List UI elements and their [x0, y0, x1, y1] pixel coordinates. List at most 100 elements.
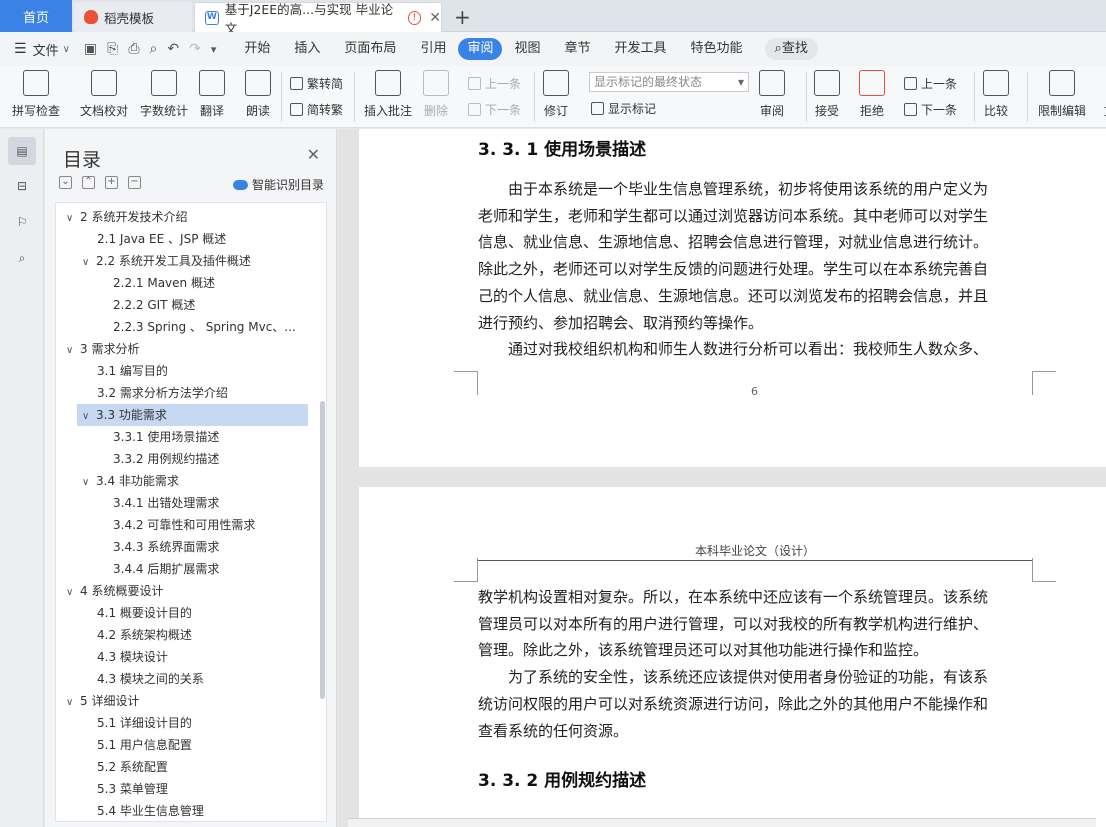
compare-icon	[983, 70, 1009, 96]
find-button[interactable]: ⌕	[8, 244, 36, 272]
close-tab-icon[interactable]: ✕	[429, 10, 441, 26]
toc-item[interactable]: 3.4.1 出错处理需求	[113, 492, 219, 514]
section-heading: 3. 3. 2 用例规约描述	[478, 771, 647, 791]
toc-item[interactable]: ∨ 2.2 系统开发工具及插件概述	[82, 250, 251, 272]
tab-review[interactable]: 审阅	[458, 38, 503, 60]
toc-item[interactable]: ∨ 2 系统开发技术介绍	[66, 206, 187, 228]
export-icon[interactable]: ⎘	[107, 41, 118, 57]
translate-button[interactable]: 翻译	[199, 70, 225, 119]
horizontal-scrollbar[interactable]	[348, 818, 1096, 827]
toc-item[interactable]: 3.4.2 可靠性和可用性需求	[113, 514, 255, 536]
chevron-down-icon: ∨	[66, 213, 74, 224]
insert-comment-button[interactable]: 插入批注	[364, 70, 412, 119]
redo-icon[interactable]: ↷	[189, 41, 201, 57]
search-button[interactable]: ⌕查找	[764, 38, 818, 60]
toc-item[interactable]: ∨ 3.4 非功能需求	[82, 470, 179, 492]
collapse-all-icon[interactable]: ⌃	[82, 176, 95, 189]
to-simplified-label: 简转繁	[307, 103, 344, 117]
toc-item[interactable]: 2.1 Java EE 、JSP 概述	[97, 228, 226, 250]
toc-item[interactable]: ∨ 5 详细设计	[66, 690, 139, 712]
prev-change-button[interactable]: 上一条	[904, 75, 957, 92]
toc-item[interactable]: 3.3.1 使用场景描述	[113, 426, 219, 448]
toc-item[interactable]: 5.1 详细设计目的	[97, 712, 192, 734]
file-menu[interactable]: ☰ 文件 ∨	[14, 40, 70, 59]
body-text[interactable]: 由于本系统是一个毕业生信息管理系统，初步将使用该系统的用户定义为 老师和学生，老…	[478, 176, 1026, 363]
restrict-editing-icon	[1049, 70, 1075, 96]
toc-item[interactable]: 2.2.3 Spring 、 Spring Mvc、...	[113, 316, 296, 338]
toc-scrollbar[interactable]	[320, 401, 325, 699]
proofread-button[interactable]: 文档校对	[80, 70, 128, 119]
spellcheck-button[interactable]: 拼写检查	[12, 70, 60, 119]
toc-item[interactable]: 3.4.3 系统界面需求	[113, 536, 219, 558]
toc-item[interactable]: ∨ 3 需求分析	[66, 338, 139, 360]
toc-item[interactable]: 5.3 菜单管理	[97, 778, 168, 800]
undo-icon[interactable]: ↶	[167, 41, 179, 57]
next-comment-button[interactable]: 下一条	[468, 101, 521, 118]
print-preview-icon[interactable]: ⌕	[150, 41, 158, 57]
markup-state-select[interactable]: 显示标记的最终状态 ▾	[589, 72, 749, 92]
tab-view[interactable]: 视图	[502, 38, 552, 60]
tab-insert[interactable]: 插入	[282, 38, 332, 60]
cut-off-button[interactable]: 文	[1097, 70, 1106, 119]
smart-toc-label: 智能识别目录	[251, 178, 324, 192]
search-label: 查找	[781, 41, 808, 56]
new-tab-button[interactable]: +	[454, 5, 471, 29]
bookmark-button[interactable]: ⚐	[8, 208, 36, 236]
toc-item[interactable]: 2.2.1 Maven 概述	[113, 272, 215, 294]
tab-developer[interactable]: 开发工具	[603, 38, 679, 60]
toc-panel-button[interactable]: ▤	[8, 137, 36, 165]
print-icon[interactable]: ⎙	[128, 41, 139, 57]
tab-features[interactable]: 特色功能	[679, 38, 755, 60]
accept-button[interactable]: 接受	[814, 70, 840, 119]
reject-button[interactable]: 拒绝	[859, 70, 885, 119]
show-markup-button[interactable]: 显示标记	[591, 100, 656, 117]
delete-comment-button[interactable]: 删除	[423, 70, 449, 119]
tab-references[interactable]: 引用	[408, 38, 458, 60]
toc-item[interactable]: ∨ 4 系统概要设计	[66, 580, 163, 602]
tab-template[interactable]: 稻壳模板	[74, 2, 192, 32]
tab-home[interactable]: 首页	[0, 0, 72, 32]
tab-section[interactable]: 章节	[552, 38, 602, 60]
toc-item[interactable]: 4.3 模块之间的关系	[97, 668, 204, 690]
close-icon[interactable]: ✕	[307, 145, 320, 164]
read-aloud-button[interactable]: 朗读	[245, 70, 271, 119]
tab-document[interactable]: W 基于J2EE的高...与实现 毕业论文 ! ✕	[194, 2, 442, 36]
review-pane-button[interactable]: 审阅	[759, 70, 785, 119]
body-text[interactable]: 教学机构设置相对复杂。所以，在本系统中还应该有一个系统管理员。该系统 管理员可以…	[478, 584, 1026, 744]
toc-item[interactable]: 4.1 概要设计目的	[97, 602, 192, 624]
show-markup-icon	[591, 102, 604, 115]
to-traditional-button[interactable]: 繁转简	[290, 75, 343, 92]
remove-heading-icon[interactable]: −	[128, 176, 141, 189]
wordcount-button[interactable]: 字数统计	[140, 70, 188, 119]
toc-item[interactable]: 3.2 需求分析方法学介绍	[97, 382, 228, 404]
tab-page-layout[interactable]: 页面布局	[332, 38, 408, 60]
toc-item[interactable]: 3.4.4 后期扩展需求	[113, 558, 219, 580]
add-heading-icon[interactable]: +	[105, 176, 118, 189]
toc-item[interactable]: 4.3 模块设计	[97, 646, 168, 668]
toc-item[interactable]: 4.2 系统架构概述	[97, 624, 192, 646]
warning-icon[interactable]: !	[407, 10, 422, 25]
track-changes-button[interactable]: 修订	[543, 70, 569, 119]
toc-item-label: 3.4.3 系统界面需求	[113, 540, 220, 554]
toc-item[interactable]: 5.4 毕业生信息管理	[97, 800, 204, 821]
prev-comment-button[interactable]: 上一条	[468, 75, 521, 92]
toc-item[interactable]: 5.2 系统配置	[97, 756, 168, 778]
compare-button[interactable]: 比较	[983, 70, 1009, 119]
navigation-button[interactable]: ⊟	[8, 172, 36, 200]
accept-icon	[814, 70, 840, 96]
toc-item[interactable]: 5.1 用户信息配置	[97, 734, 192, 756]
toc-item[interactable]: 3.3.2 用例规约描述	[113, 448, 219, 470]
restrict-editing-button[interactable]: 限制编辑	[1038, 70, 1086, 119]
tab-start[interactable]: 开始	[232, 38, 282, 60]
smart-toc-button[interactable]: 智能识别目录	[232, 176, 324, 193]
next-change-button[interactable]: 下一条	[904, 101, 957, 118]
save-icon[interactable]: ▣	[84, 41, 97, 57]
spellcheck-label: 拼写检查	[12, 104, 61, 118]
toc-item[interactable]: 2.2.2 GIT 概述	[113, 294, 195, 316]
to-simplified-button[interactable]: 简转繁	[290, 101, 343, 118]
toc-item-selected[interactable]: ∨ 3.3 功能需求	[77, 404, 308, 426]
toc-item-label: 2.2 系统开发工具及插件概述	[96, 254, 251, 268]
customize-icon[interactable]: ▾	[211, 43, 217, 56]
expand-all-icon[interactable]: ⌄	[59, 176, 72, 189]
toc-item[interactable]: 3.1 编写目的	[97, 360, 168, 382]
